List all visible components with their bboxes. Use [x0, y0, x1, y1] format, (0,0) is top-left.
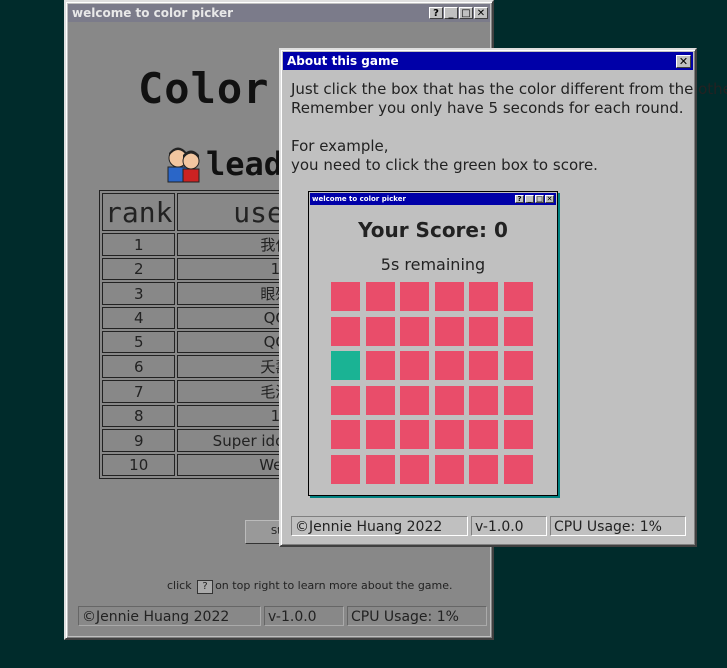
color-box: [331, 385, 360, 415]
status-cpu: CPU Usage: 1%: [347, 606, 487, 626]
rank-cell: 7: [102, 380, 176, 403]
color-box: [365, 316, 395, 346]
color-box: [503, 454, 533, 484]
example-titlebar: welcome to color picker ? _ □ ✕: [310, 193, 556, 205]
color-box: [400, 316, 430, 346]
about-line-1: Just click the box that has the color di…: [291, 80, 727, 98]
color-box: [469, 454, 499, 484]
color-box: [365, 385, 395, 415]
color-box: [331, 420, 360, 450]
example-close-button: ✕: [545, 195, 554, 203]
example-maximize-button: □: [535, 195, 544, 203]
about-title: About this game: [287, 54, 399, 68]
about-status-cpu: CPU Usage: 1%: [550, 516, 686, 536]
about-status-version: v-1.0.0: [471, 516, 547, 536]
rank-cell: 1: [102, 233, 176, 256]
color-box: [503, 420, 533, 450]
about-close-button[interactable]: ✕: [676, 54, 691, 68]
main-titlebar: welcome to color picker ? _ □ ✕: [68, 4, 490, 22]
rank-cell: 4: [102, 307, 176, 329]
header-rank: rank: [102, 193, 176, 231]
maximize-button[interactable]: □: [459, 7, 473, 19]
status-copyright: ©Jennie Huang 2022: [78, 606, 261, 626]
example-title: welcome to color picker: [312, 195, 406, 203]
rank-cell: 10: [102, 454, 176, 476]
users-icon: [164, 144, 204, 184]
hint-before: click: [167, 579, 192, 592]
color-box: [469, 351, 499, 381]
color-box: [400, 351, 430, 381]
rank-cell: 8: [102, 405, 176, 427]
rank-cell: 3: [102, 282, 176, 305]
color-box: [434, 385, 464, 415]
example-timer: 5s remaining: [380, 255, 486, 274]
color-box: [331, 454, 360, 484]
color-box: [400, 454, 430, 484]
about-line-3: For example,: [291, 137, 389, 155]
about-status-bar: ©Jennie Huang 2022 v-1.0.0 CPU Usage: 1%: [291, 516, 686, 536]
about-titlebar: About this game ✕: [283, 52, 693, 70]
color-box: [434, 420, 464, 450]
about-dialog: About this game ✕ Just click the box tha…: [279, 48, 727, 547]
question-icon: ?: [197, 580, 214, 594]
color-box: [331, 316, 360, 346]
status-version: v-1.0.0: [264, 606, 344, 626]
color-box: [503, 385, 533, 415]
color-box: [469, 385, 499, 415]
example-score: Your Score: 0: [358, 218, 508, 242]
about-status-copyright: ©Jennie Huang 2022: [291, 516, 468, 536]
color-box: [331, 282, 360, 311]
color-box: [503, 282, 533, 311]
example-screenshot: welcome to color picker ? _ □ ✕ Your Sco…: [308, 191, 558, 496]
close-button[interactable]: ✕: [474, 7, 488, 19]
color-box: [365, 454, 395, 484]
color-box: [365, 420, 395, 450]
color-box: [469, 420, 499, 450]
example-minimize-button: _: [525, 195, 534, 203]
minimize-button[interactable]: _: [444, 7, 458, 19]
rank-cell: 5: [102, 331, 176, 353]
color-box: [400, 385, 430, 415]
rank-cell: 6: [102, 355, 176, 378]
help-button[interactable]: ?: [429, 7, 443, 19]
color-box: [400, 282, 430, 311]
main-status-bar: ©Jennie Huang 2022 v-1.0.0 CPU Usage: 1%: [78, 606, 487, 626]
color-box: [503, 351, 533, 381]
hint-after: on top right to learn more about the gam…: [215, 579, 453, 592]
color-box: [469, 316, 499, 346]
rank-cell: 9: [102, 429, 176, 452]
example-color-grid: [331, 282, 533, 484]
color-box: [400, 420, 430, 450]
color-box: [434, 316, 464, 346]
color-box: [503, 316, 533, 346]
color-box: [365, 282, 395, 311]
about-line-2: Remember you only have 5 seconds for eac…: [291, 99, 684, 117]
color-box: [434, 282, 464, 311]
help-hint: click ? on top right to learn more about …: [167, 579, 453, 594]
odd-color-box: [331, 351, 360, 381]
main-window-title: welcome to color picker: [72, 6, 234, 20]
rank-cell: 2: [102, 258, 176, 280]
example-help-button: ?: [515, 195, 524, 203]
color-box: [469, 282, 499, 311]
about-line-4: you need to click the green box to score…: [291, 156, 598, 174]
color-box: [365, 351, 395, 381]
color-box: [434, 454, 464, 484]
color-box: [434, 351, 464, 381]
